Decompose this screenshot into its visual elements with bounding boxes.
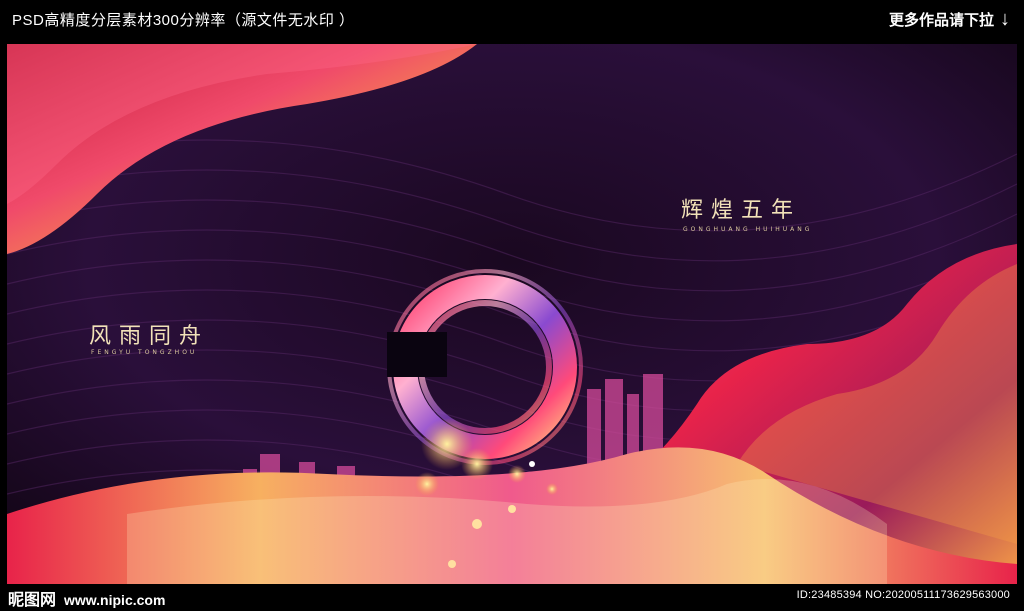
image-id: ID:23485394 NO:20200511173629563000: [792, 588, 1014, 602]
logo-text: 昵图网: [8, 592, 57, 609]
top-banner: PSD高精度分层素材300分辨率（源文件无水印 ） 更多作品请下拉 ↓: [0, 0, 1024, 38]
headline-left: 风雨同舟: [89, 324, 210, 349]
poster-graphic: [7, 44, 1017, 584]
scroll-hint-label: 更多作品请下拉: [888, 11, 994, 29]
five-notch: [387, 332, 447, 377]
subline-right: GONGHUANG HUIHUANG: [683, 226, 813, 233]
site-logo[interactable]: 昵图网 www.nipic.com: [8, 586, 165, 610]
down-arrow-icon: ↓: [1000, 8, 1010, 30]
resolution-note: PSD高精度分层素材300分辨率（源文件无水印 ）: [12, 11, 355, 29]
scroll-hint[interactable]: 更多作品请下拉 ↓: [889, 9, 1010, 30]
site-url: www.nipic.com: [64, 592, 166, 608]
headline-right: 辉煌五年: [681, 198, 802, 223]
subline-left: FENGYU TONGZHOU: [91, 349, 198, 356]
poster-artwork: 辉煌五年 GONGHUANG HUIHUANG 风雨同舟 FENGYU TONG…: [7, 44, 1017, 584]
